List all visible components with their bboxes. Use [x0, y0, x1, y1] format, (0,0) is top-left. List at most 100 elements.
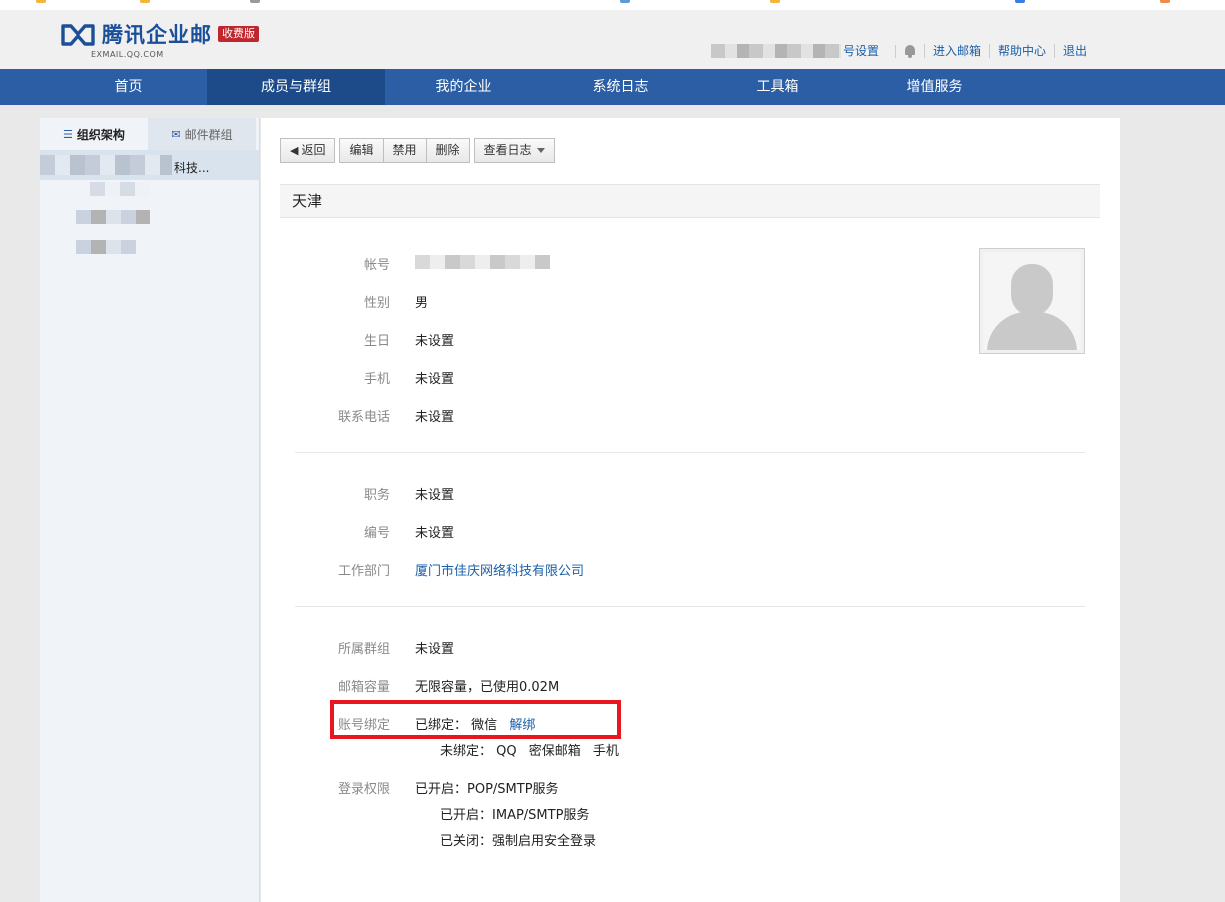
brand-name: 腾讯企业邮 [102, 23, 212, 47]
enter-mailbox-link[interactable]: 进入邮箱 [923, 44, 989, 58]
sidebar-tab-org[interactable]: ☰ 组织架构 [40, 118, 148, 150]
field-phone: 联系电话 未设置 [295, 406, 454, 425]
logout-link[interactable]: 退出 [1053, 44, 1095, 58]
login-service: 强制启用安全登录 [492, 834, 597, 849]
view-log-label: 查看日志 [483, 143, 532, 157]
tree-root-label: 科技... [174, 161, 210, 175]
field-value: 无限容量，已使用0.02M [415, 680, 560, 695]
member-detail-panel: ◀ 返回 编辑 禁用 删除 查看日志 天津 帐号 性别 男 生日 未设置 手机 未… [261, 118, 1120, 902]
department-link[interactable]: 厦门市佳庆网络科技有限公司 [415, 560, 584, 579]
field-label: 手机 [363, 372, 390, 387]
browser-bookmark-strip [0, 0, 1225, 10]
sidebar-tabs: ☰ 组织架构 ✉ 邮件群组 [40, 118, 259, 150]
tree-root-company[interactable]: 科技... [40, 150, 259, 180]
delete-button[interactable]: 删除 [426, 138, 470, 163]
edition-badge: 收费版 [218, 26, 259, 42]
field-login-permission: 登录权限 已开启：POP/SMTP服务 [295, 778, 559, 797]
unbound-item-secure-email: 密保邮箱 [528, 744, 581, 759]
field-title: 职务 未设置 [295, 484, 454, 503]
field-group: 所属群组 未设置 [295, 638, 454, 657]
login-state: 已开启： [415, 782, 468, 797]
brand-logo[interactable]: 腾讯企业邮 收费版 [60, 22, 259, 48]
field-value: 已开启：POP/SMTP服务 [415, 778, 559, 797]
login-service: POP/SMTP服务 [467, 782, 559, 797]
login-state: 已开启： [440, 808, 493, 823]
back-label: 返回 [301, 143, 326, 157]
bell-icon[interactable] [894, 44, 916, 58]
nav-tab-home[interactable]: 首页 [50, 69, 207, 105]
field-mobile: 手机 未设置 [295, 368, 454, 387]
help-center-link[interactable]: 帮助中心 [988, 44, 1054, 58]
field-value: 男 [415, 296, 429, 311]
field-gender: 性别 男 [295, 292, 428, 311]
field-value: 未设置 [415, 410, 455, 425]
login-item-secure: 已关闭：强制启用安全登录 [440, 830, 604, 849]
sidebar-tab-groups[interactable]: ✉ 邮件群组 [148, 118, 256, 150]
tree-item-blurred[interactable] [90, 182, 150, 196]
field-value [415, 254, 550, 273]
nav-tab-members-groups[interactable]: 成员与群组 [207, 69, 385, 105]
account-settings-link[interactable]: 号设置 [843, 44, 887, 58]
nav-tab-toolbox[interactable]: 工具箱 [699, 69, 856, 105]
section-divider [295, 452, 1085, 453]
login-state: 已关闭： [440, 834, 493, 849]
sidebar-tab-org-label: 组织架构 [76, 127, 125, 142]
field-label: 职务 [363, 488, 390, 503]
arrow-left-icon: ◀ [290, 144, 299, 157]
field-label: 编号 [363, 526, 390, 541]
list-icon: ☰ [63, 127, 73, 141]
field-value: 未设置 [415, 334, 455, 349]
nav-tab-system-log[interactable]: 系统日志 [542, 69, 699, 105]
field-value: 未设置 [415, 372, 455, 387]
field-value: 未设置 [415, 642, 455, 657]
disable-button[interactable]: 禁用 [383, 138, 427, 163]
avatar[interactable] [979, 248, 1085, 354]
nav-tab-my-company[interactable]: 我的企业 [385, 69, 542, 105]
field-label: 登录权限 [337, 782, 390, 797]
blurred-account [415, 254, 550, 269]
login-item-imap: 已开启：IMAP/SMTP服务 [440, 804, 597, 823]
back-button[interactable]: ◀ 返回 [280, 138, 336, 163]
view-log-dropdown[interactable]: 查看日志 [473, 138, 555, 163]
field-label: 性别 [363, 296, 390, 311]
toolbar: ◀ 返回 编辑 禁用 删除 查看日志 [280, 138, 555, 163]
brand-domain: EXMAIL.QQ.COM [91, 50, 164, 59]
sidebar-tab-groups-label: 邮件群组 [184, 127, 233, 142]
edit-button[interactable]: 编辑 [339, 138, 384, 163]
field-quota: 邮箱容量 无限容量，已使用0.02M [295, 676, 559, 695]
field-label: 工作部门 [337, 564, 390, 579]
field-department: 工作部门 厦门市佳庆网络科技有限公司 [295, 560, 584, 579]
main-nav: 首页 成员与群组 我的企业 系统日志 工具箱 增值服务 [0, 69, 1225, 105]
field-number: 编号 未设置 [295, 522, 454, 541]
unbound-item-qq: QQ [496, 744, 517, 759]
unbound-line: 未绑定： QQ 密保邮箱 手机 [440, 740, 627, 759]
blurred-company-name [40, 155, 172, 175]
field-label: 联系电话 [337, 410, 390, 425]
field-value: 未设置 [415, 488, 455, 503]
top-links: 号设置 进入邮箱 帮助中心 退出 [710, 44, 1095, 58]
field-account: 帐号 [295, 254, 550, 273]
field-birthday: 生日 未设置 [295, 330, 454, 349]
blurred-account-name [710, 44, 841, 58]
tree-item-blurred[interactable] [76, 240, 136, 254]
member-name-title: 天津 [280, 184, 1100, 218]
login-service: IMAP/SMTP服务 [492, 808, 590, 823]
section-divider [295, 606, 1085, 607]
default-user-icon [983, 252, 1081, 350]
sidebar: ☰ 组织架构 ✉ 邮件群组 科技... [40, 118, 260, 902]
tree-item-blurred[interactable] [76, 210, 150, 224]
app-header: 腾讯企业邮 收费版 EXMAIL.QQ.COM 号设置 进入邮箱 帮助中心 退出 [0, 10, 1225, 70]
field-label: 邮箱容量 [337, 680, 390, 695]
field-label: 生日 [363, 334, 390, 349]
field-label: 所属群组 [337, 642, 390, 657]
caret-down-icon [536, 148, 545, 153]
mail-logo-icon [61, 24, 95, 46]
annotation-highlight-box [330, 700, 621, 739]
nav-tab-value-added[interactable]: 增值服务 [856, 69, 1013, 105]
action-button-group: 编辑 禁用 删除 [339, 138, 470, 163]
unbound-prefix: 未绑定： [440, 744, 493, 759]
mail-group-icon: ✉ [171, 127, 181, 141]
field-value: 未设置 [415, 526, 455, 541]
field-label: 帐号 [363, 258, 390, 273]
unbound-item-mobile: 手机 [592, 744, 619, 759]
